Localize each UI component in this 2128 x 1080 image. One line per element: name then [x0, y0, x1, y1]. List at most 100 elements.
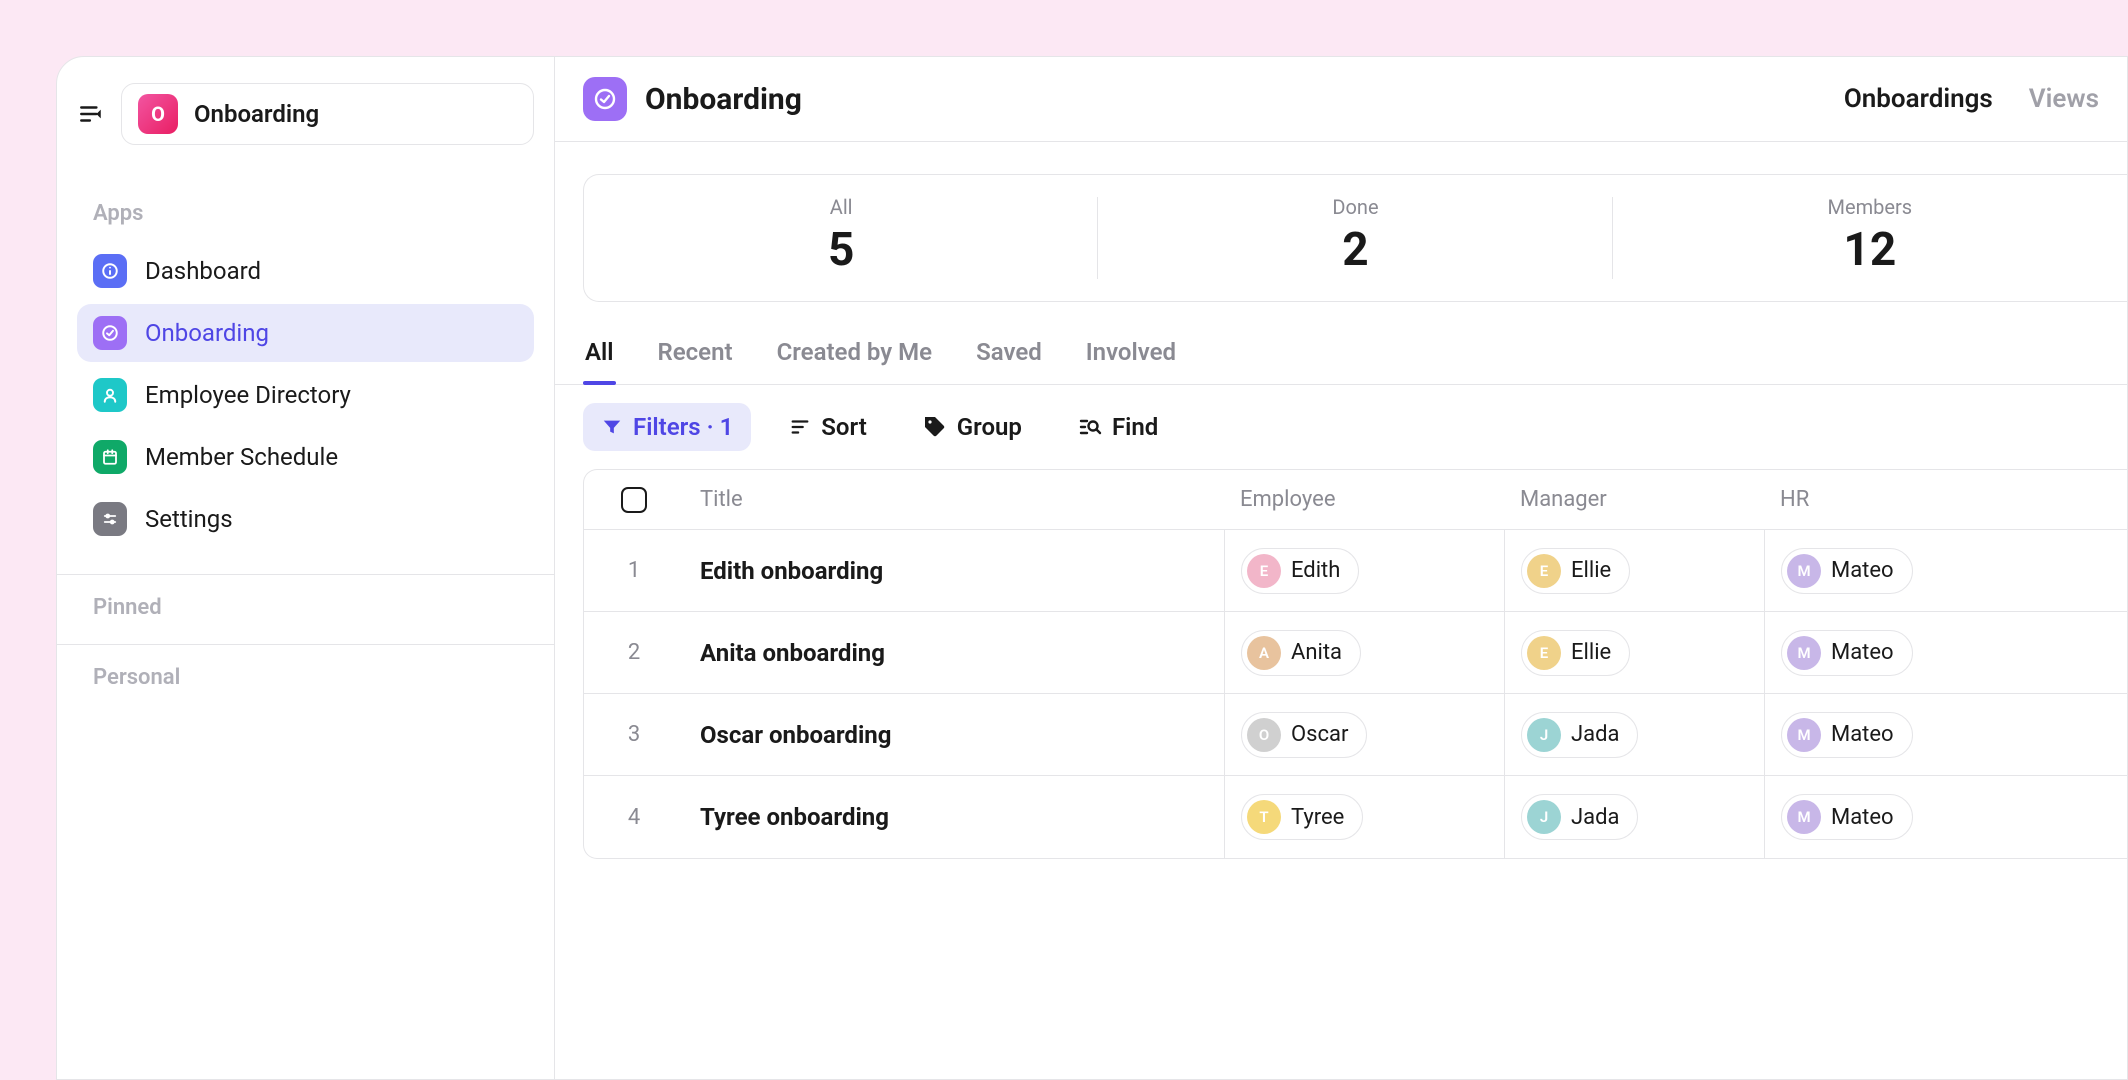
table-row[interactable]: 1Edith onboardingEEdithEEllieMMateo — [584, 530, 2127, 612]
person-name: Mateo — [1831, 805, 1894, 830]
cell-employee: OOscar — [1224, 694, 1504, 775]
avatar: T — [1247, 800, 1281, 834]
avatar: E — [1527, 636, 1561, 670]
person-name: Edith — [1291, 558, 1340, 583]
person-chip[interactable]: M Mateo — [1781, 794, 1913, 840]
stat-all[interactable]: All 5 — [584, 175, 1098, 301]
person-name: Ellie — [1571, 640, 1611, 665]
avatar: M — [1787, 800, 1821, 834]
cell-hr: M Mateo — [1764, 776, 2044, 858]
column-title[interactable]: Title — [684, 487, 1224, 512]
row-title: Edith onboarding — [684, 557, 1224, 585]
cell-employee: A Anita — [1224, 612, 1504, 693]
row-title: Anita onboarding — [684, 639, 1224, 667]
person-chip[interactable]: MMateo — [1781, 630, 1913, 676]
person-chip[interactable]: OOscar — [1241, 712, 1367, 758]
sidebar-item-employee-directory[interactable]: Employee Directory — [77, 366, 534, 424]
sidebar-item-dashboard[interactable]: Dashboard — [77, 242, 534, 300]
sidebar-item-onboarding[interactable]: Onboarding — [77, 304, 534, 362]
header-tab-views[interactable]: Views — [2029, 84, 2099, 114]
sort-button[interactable]: Sort — [771, 403, 885, 451]
group-label: Group — [957, 413, 1022, 441]
stat-label: All — [584, 195, 1098, 219]
sidebar-item-label: Dashboard — [145, 257, 261, 285]
person-chip[interactable]: E Ellie — [1521, 630, 1630, 676]
workspace-selector[interactable]: O Onboarding — [121, 83, 534, 145]
stat-label: Members — [1613, 195, 2127, 219]
cell-employee: E Edith — [1224, 530, 1504, 611]
user-icon — [93, 378, 127, 412]
sort-label: Sort — [821, 413, 867, 441]
table-row[interactable]: 2Anita onboardingAAnitaEEllieMMateo — [584, 612, 2127, 694]
person-chip[interactable]: E Edith — [1241, 548, 1359, 594]
stat-done[interactable]: Done2 — [1098, 175, 1612, 301]
avatar: A — [1247, 636, 1281, 670]
avatar: E — [1247, 554, 1281, 588]
cell-manager: E Ellie — [1504, 530, 1764, 611]
sidebar-item-member-schedule[interactable]: Member Schedule — [77, 428, 534, 486]
person-chip[interactable]: M Mateo — [1781, 548, 1913, 594]
stat-value: 5 — [584, 223, 1098, 277]
sidebar-section-personal: Personal — [77, 653, 534, 706]
person-chip[interactable]: JJada — [1521, 712, 1638, 758]
select-all-checkbox[interactable] — [621, 487, 647, 513]
row-title: Tyree onboarding — [684, 803, 1224, 831]
sidebar-item-label: Settings — [145, 505, 233, 533]
person-chip[interactable]: A Anita — [1241, 630, 1361, 676]
table-row[interactable]: 4Tyree onboardingTTyreeJJadaMMateo — [584, 776, 2127, 858]
divider — [57, 644, 554, 645]
avatar: M — [1787, 554, 1821, 588]
person-name: Anita — [1291, 640, 1342, 665]
person-chip[interactable]: TTyree — [1241, 794, 1363, 840]
sidebar-item-label: Member Schedule — [145, 443, 338, 471]
view-tab-involved[interactable]: Involved — [1084, 326, 1178, 384]
calendar-icon — [93, 440, 127, 474]
person-name: Ellie — [1571, 558, 1611, 583]
view-tab-created-by-me[interactable]: Created by Me — [775, 326, 935, 384]
content: All 5Done2Members12 All Recent Created by M… — [555, 142, 2127, 1079]
person-chip[interactable]: J Jada — [1521, 794, 1638, 840]
view-tab-all[interactable]: All — [583, 326, 616, 384]
stat-members[interactable]: Members12 — [1613, 175, 2127, 301]
sidebar-nav-list: Dashboard Onboarding Employee Directory Mem… — [77, 242, 534, 548]
sidebar-item-label: Onboarding — [145, 319, 269, 347]
main: Onboarding OnboardingsViews All5Done2Mem… — [555, 57, 2127, 1079]
person-name: Mateo — [1831, 558, 1894, 583]
header-tab-onboardings[interactable]: Onboardings — [1844, 84, 1993, 114]
cell-hr: MMateo — [1764, 612, 2044, 693]
sidebar: O Onboarding Apps Dashboard Onboarding Emp… — [57, 57, 555, 1079]
person-chip[interactable]: MMateo — [1781, 712, 1913, 758]
row-index: 3 — [584, 722, 684, 747]
person-chip[interactable]: E Ellie — [1521, 548, 1630, 594]
table-row[interactable]: 3Oscar onboarding OOscar JJada MMateo — [584, 694, 2127, 776]
find-button[interactable]: Find — [1060, 403, 1176, 451]
sidebar-top: O Onboarding — [77, 83, 534, 145]
column-manager[interactable]: Manager — [1504, 487, 1764, 512]
sidebar-collapse-icon[interactable] — [77, 100, 105, 128]
cell-manager: JJada — [1504, 694, 1764, 775]
column-employee[interactable]: Employee — [1224, 487, 1504, 512]
find-label: Find — [1112, 413, 1158, 441]
avatar: O — [1247, 718, 1281, 752]
row-title: Oscar onboarding — [684, 721, 1224, 749]
person-name: Jada — [1571, 805, 1619, 830]
avatar: J — [1527, 800, 1561, 834]
sidebar-section-pinned: Pinned — [77, 583, 534, 636]
view-tab-saved[interactable]: Saved — [974, 326, 1044, 384]
header-tabs: Onboardings Views — [1844, 84, 2099, 114]
avatar: E — [1527, 554, 1561, 588]
app-frame: O Onboarding Apps Dashboard Onboarding Emp… — [56, 56, 2128, 1080]
info-icon — [93, 254, 127, 288]
person-name: Mateo — [1831, 722, 1894, 747]
sidebar-item-label: Employee Directory — [145, 381, 351, 409]
check-icon — [93, 316, 127, 350]
sidebar-section-apps: Apps — [77, 189, 534, 242]
view-tab-recent[interactable]: Recent — [656, 326, 735, 384]
stats-bar: All 5Done2Members12 — [583, 174, 2127, 302]
column-hr[interactable]: HR — [1764, 487, 2044, 512]
cell-manager: E Ellie — [1504, 612, 1764, 693]
sidebar-item-settings[interactable]: Settings — [77, 490, 534, 548]
filters-button[interactable]: Filters · 1 — [583, 403, 751, 451]
group-button[interactable]: Group — [905, 403, 1040, 451]
avatar: M — [1787, 636, 1821, 670]
